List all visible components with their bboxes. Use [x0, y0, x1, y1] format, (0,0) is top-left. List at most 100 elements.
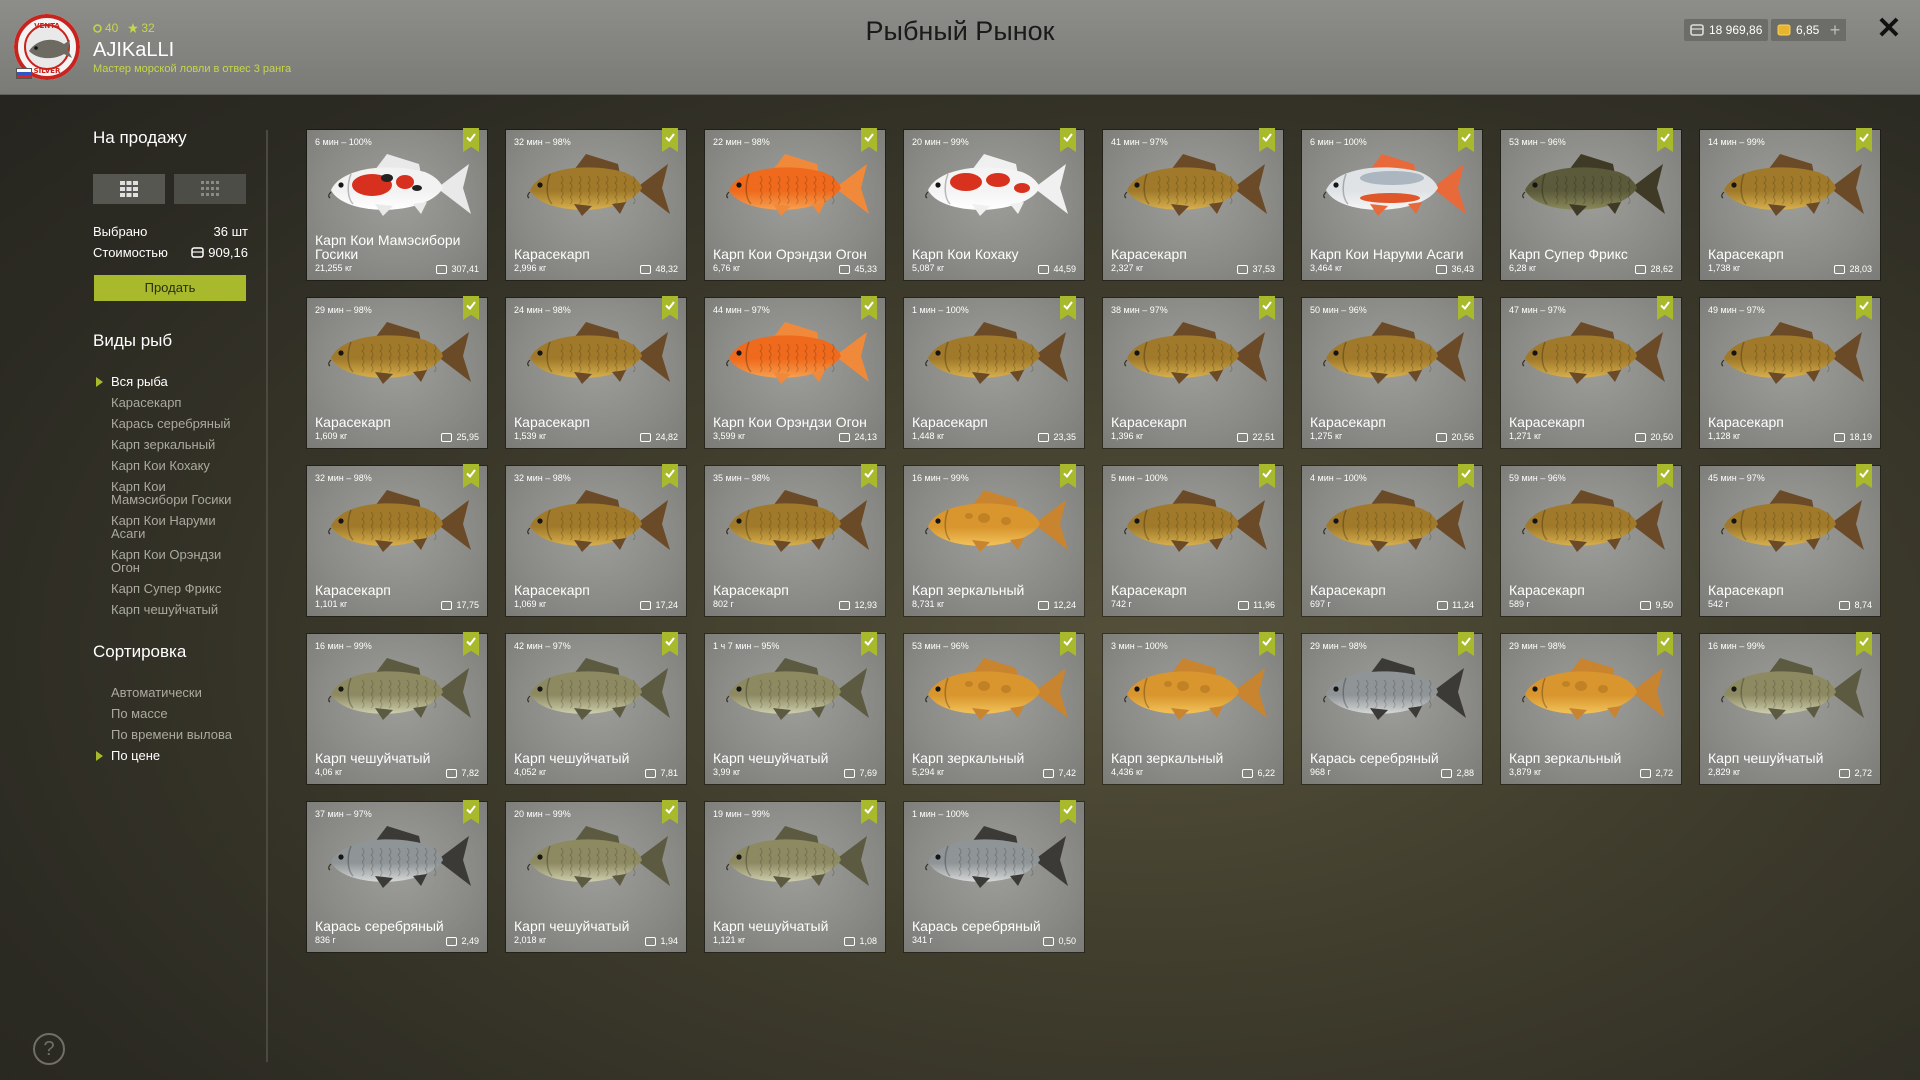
- selected-checkmark-icon[interactable]: [1458, 296, 1474, 320]
- sort-option[interactable]: По массе: [111, 707, 246, 720]
- species-item[interactable]: Карп Кои Орэндзи Огон: [111, 548, 246, 574]
- fish-card[interactable]: 53 мин – 96% Карп Супер Фрикс 6,28 кг 28…: [1501, 128, 1681, 280]
- fish-card[interactable]: 37 мин – 97% Карась серебряный 836 г 2,4…: [307, 800, 487, 952]
- selected-checkmark-icon[interactable]: [1458, 128, 1474, 152]
- selected-checkmark-icon[interactable]: [861, 800, 877, 824]
- fish-card[interactable]: 59 мин – 96% Карасекарп 589 г 9,50: [1501, 464, 1681, 616]
- species-item[interactable]: Карп Супер Фрикс: [111, 582, 246, 595]
- view-small-button[interactable]: [174, 174, 246, 204]
- country-flag-icon: [16, 68, 32, 79]
- selected-checkmark-icon[interactable]: [1657, 464, 1673, 488]
- selected-checkmark-icon[interactable]: [463, 128, 479, 152]
- fish-card[interactable]: 6 мин – 100% Карп Кои Мамэсибори Госики …: [307, 128, 487, 280]
- add-gold-button[interactable]: +: [1824, 19, 1846, 41]
- fish-card[interactable]: 32 мин – 98% Карасекарп 1,069 кг 17,24: [506, 464, 686, 616]
- species-item[interactable]: Карп чешуйчатый: [111, 603, 246, 616]
- selected-checkmark-icon[interactable]: [1060, 464, 1076, 488]
- sort-option[interactable]: Автоматически: [111, 686, 246, 699]
- selected-checkmark-icon[interactable]: [861, 128, 877, 152]
- selected-checkmark-icon[interactable]: [1259, 632, 1275, 656]
- selected-checkmark-icon[interactable]: [662, 632, 678, 656]
- fish-card[interactable]: 42 мин – 97% Карп чешуйчатый 4,052 кг 7,…: [506, 632, 686, 784]
- selected-checkmark-icon[interactable]: [1060, 632, 1076, 656]
- fish-card[interactable]: 14 мин – 99% Карасекарп 1,738 кг 28,03: [1700, 128, 1880, 280]
- selected-checkmark-icon[interactable]: [1259, 296, 1275, 320]
- catch-time-quality: 45 мин – 97%: [1708, 473, 1765, 483]
- species-item[interactable]: Карп зеркальный: [111, 438, 246, 451]
- fish-card[interactable]: 16 мин – 99% Карп зеркальный 8,731 кг 12…: [904, 464, 1084, 616]
- fish-card[interactable]: 16 мин – 99% Карп чешуйчатый 4,06 кг 7,8…: [307, 632, 487, 784]
- sort-option[interactable]: По времени вылова: [111, 728, 246, 741]
- fish-card[interactable]: 29 мин – 98% Карась серебряный 968 г 2,8…: [1302, 632, 1482, 784]
- silver-coins-icon: [1437, 600, 1449, 610]
- fish-card[interactable]: 38 мин – 97% Карасекарп 1,396 кг 22,51: [1103, 296, 1283, 448]
- fish-card[interactable]: 29 мин – 98% Карасекарп 1,609 кг 25,95: [307, 296, 487, 448]
- selected-checkmark-icon[interactable]: [1060, 800, 1076, 824]
- sort-option[interactable]: По цене: [111, 749, 246, 762]
- price-value: 18,19: [1849, 432, 1872, 442]
- species-item[interactable]: Карп Кои Кохаку: [111, 459, 246, 472]
- fish-card[interactable]: 1 мин – 100% Карасекарп 1,448 кг 23,35: [904, 296, 1084, 448]
- selected-checkmark-icon[interactable]: [861, 464, 877, 488]
- fish-card[interactable]: 16 мин – 99% Карп чешуйчатый 2,829 кг 2,…: [1700, 632, 1880, 784]
- fish-card[interactable]: 20 мин – 99% Карп чешуйчатый 2,018 кг 1,…: [506, 800, 686, 952]
- fish-card[interactable]: 44 мин – 97% Карп Кои Орэндзи Огон 3,599…: [705, 296, 885, 448]
- fish-card[interactable]: 32 мин – 98% Карасекарп 2,996 кг 48,32: [506, 128, 686, 280]
- selected-checkmark-icon[interactable]: [662, 128, 678, 152]
- selected-checkmark-icon[interactable]: [662, 800, 678, 824]
- selected-checkmark-icon[interactable]: [1458, 464, 1474, 488]
- species-item[interactable]: Карп Кои Наруми Асаги: [111, 514, 246, 540]
- fish-card[interactable]: 4 мин – 100% Карасекарп 697 г 11,24: [1302, 464, 1482, 616]
- fish-card[interactable]: 24 мин – 98% Карасекарп 1,539 кг 24,82: [506, 296, 686, 448]
- sell-button[interactable]: Продать: [94, 275, 246, 301]
- close-button[interactable]: ✕: [1874, 14, 1904, 44]
- selected-checkmark-icon[interactable]: [463, 296, 479, 320]
- selected-checkmark-icon[interactable]: [1856, 464, 1872, 488]
- selected-checkmark-icon[interactable]: [861, 632, 877, 656]
- fish-card[interactable]: 49 мин – 97% Карасекарп 1,128 кг 18,19: [1700, 296, 1880, 448]
- selected-checkmark-icon[interactable]: [1060, 128, 1076, 152]
- selected-checkmark-icon[interactable]: [463, 464, 479, 488]
- fish-card[interactable]: 41 мин – 97% Карасекарп 2,327 кг 37,53: [1103, 128, 1283, 280]
- fish-card[interactable]: 1 мин – 100% Карась серебряный 341 г 0,5…: [904, 800, 1084, 952]
- view-large-button[interactable]: [93, 174, 165, 204]
- species-item[interactable]: Карп Кои Мамэсибори Госики: [111, 480, 246, 506]
- selected-checkmark-icon[interactable]: [1259, 128, 1275, 152]
- fish-image-icon: [726, 490, 869, 552]
- species-item[interactable]: Карась серебряный: [111, 417, 246, 430]
- fish-card[interactable]: 6 мин – 100% Карп Кои Наруми Асаги 3,464…: [1302, 128, 1482, 280]
- fish-card[interactable]: 1 ч 7 мин – 95% Карп чешуйчатый 3,99 кг …: [705, 632, 885, 784]
- fish-card[interactable]: 47 мин – 97% Карасекарп 1,271 кг 20,50: [1501, 296, 1681, 448]
- fish-image-icon: [1323, 154, 1466, 216]
- selected-checkmark-icon[interactable]: [1856, 296, 1872, 320]
- selected-checkmark-icon[interactable]: [861, 296, 877, 320]
- fish-card[interactable]: 20 мин – 99% Карп Кои Кохаку 5,087 кг 44…: [904, 128, 1084, 280]
- fish-weight: 1,396 кг: [1111, 431, 1144, 441]
- fish-card[interactable]: 3 мин – 100% Карп зеркальный 4,436 кг 6,…: [1103, 632, 1283, 784]
- selected-checkmark-icon[interactable]: [1060, 296, 1076, 320]
- selected-checkmark-icon[interactable]: [463, 632, 479, 656]
- species-item[interactable]: Карасекарп: [111, 396, 246, 409]
- fish-card[interactable]: 22 мин – 98% Карп Кои Орэндзи Огон 6,76 …: [705, 128, 885, 280]
- selected-checkmark-icon[interactable]: [1458, 632, 1474, 656]
- selected-checkmark-icon[interactable]: [662, 296, 678, 320]
- fish-card[interactable]: 50 мин – 96% Карасекарп 1,275 кг 20,56: [1302, 296, 1482, 448]
- fish-card[interactable]: 29 мин – 98% Карп зеркальный 3,879 кг 2,…: [1501, 632, 1681, 784]
- selected-checkmark-icon[interactable]: [1856, 128, 1872, 152]
- selected-checkmark-icon[interactable]: [1856, 632, 1872, 656]
- fish-card[interactable]: 45 мин – 97% Карасекарп 542 г 8,74: [1700, 464, 1880, 616]
- help-icon[interactable]: ?: [33, 1033, 65, 1065]
- fish-card[interactable]: 32 мин – 98% Карасекарп 1,101 кг 17,75: [307, 464, 487, 616]
- fish-card[interactable]: 19 мин – 99% Карп чешуйчатый 1,121 кг 1,…: [705, 800, 885, 952]
- check-icon: [1660, 301, 1670, 310]
- selected-checkmark-icon[interactable]: [662, 464, 678, 488]
- selected-checkmark-icon[interactable]: [1259, 464, 1275, 488]
- fish-card[interactable]: 5 мин – 100% Карасекарп 742 г 11,96: [1103, 464, 1283, 616]
- selected-checkmark-icon[interactable]: [1657, 128, 1673, 152]
- selected-checkmark-icon[interactable]: [463, 800, 479, 824]
- selected-checkmark-icon[interactable]: [1657, 632, 1673, 656]
- selected-checkmark-icon[interactable]: [1657, 296, 1673, 320]
- species-item[interactable]: Вся рыба: [111, 375, 246, 388]
- fish-card[interactable]: 35 мин – 98% Карасекарп 802 г 12,93: [705, 464, 885, 616]
- fish-card[interactable]: 53 мин – 96% Карп зеркальный 5,294 кг 7,…: [904, 632, 1084, 784]
